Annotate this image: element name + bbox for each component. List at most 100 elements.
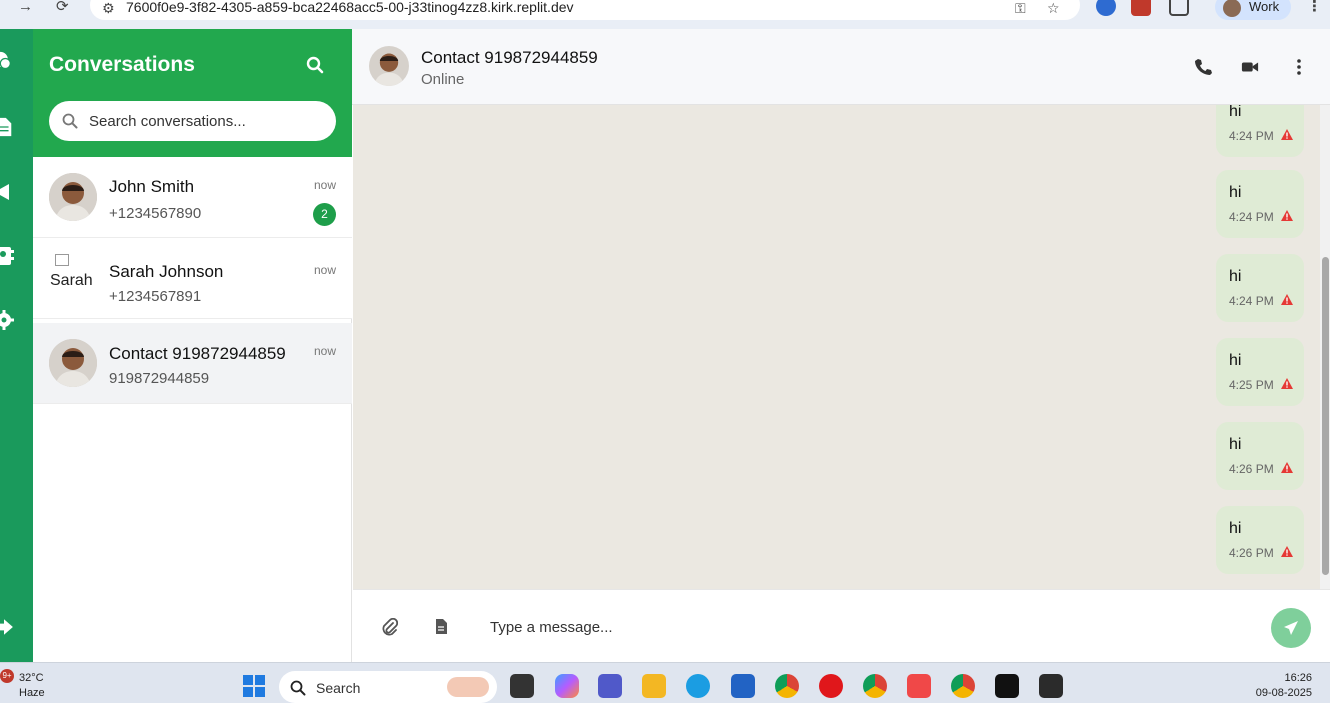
contact-name: Sarah Johnson — [109, 262, 224, 281]
message-time: 4:24 PM — [1229, 294, 1274, 308]
conversation-item-contact-919872944859[interactable]: Contact 919872944859 919872944859 now — [33, 323, 352, 404]
warning-icon — [1281, 210, 1293, 221]
message-list[interactable]: hi 4:24 PM hi 4:24 PM hi 4:24 PM hi 4:25… — [353, 105, 1320, 589]
message-text: hi — [1229, 352, 1242, 369]
template-document-icon[interactable] — [435, 619, 447, 634]
copilot-icon[interactable] — [555, 674, 579, 698]
megaphone-icon[interactable] — [0, 182, 14, 202]
contact-phone: 919872944859 — [109, 370, 210, 387]
search-icon[interactable] — [306, 56, 324, 74]
warning-icon — [1281, 294, 1293, 305]
message-bubble[interactable]: hi 4:26 PM — [1216, 422, 1304, 490]
avatar[interactable] — [369, 46, 409, 86]
gear-icon[interactable] — [0, 310, 14, 330]
avatar-alt-text: Sarah — [50, 272, 93, 289]
menu-dots-icon[interactable]: ⋮ — [1307, 0, 1322, 14]
chrome-icon[interactable] — [863, 674, 887, 698]
bookmark-star-icon[interactable]: ☆ — [1047, 0, 1060, 17]
conversations-panel: Conversations John Smith +1234567890 now… — [33, 29, 352, 662]
os-taskbar: 9+ 32°C Haze Search 16:26 09-08-2025 — [0, 662, 1330, 703]
scrollbar[interactable] — [1320, 105, 1330, 589]
edge-icon[interactable] — [686, 674, 710, 698]
message-composer — [353, 589, 1330, 662]
warning-icon — [1281, 378, 1293, 389]
site-info-icon[interactable]: ⚙ — [102, 0, 115, 17]
message-time: 4:26 PM — [1229, 546, 1274, 560]
windows-start-icon[interactable] — [243, 675, 265, 697]
contact-phone: +1234567890 — [109, 205, 202, 222]
taskbar-search-label: Search — [316, 680, 361, 696]
broken-image-icon — [55, 254, 69, 266]
chat-bubbles-icon[interactable] — [0, 51, 12, 71]
message-bubble[interactable]: hi 4:24 PM — [1216, 170, 1304, 238]
extensions-puzzle-icon[interactable] — [1169, 0, 1189, 16]
scrollbar-thumb[interactable] — [1322, 257, 1329, 575]
profile-chip[interactable]: Work — [1215, 0, 1291, 20]
chrome-icon[interactable] — [951, 674, 975, 698]
weather-temp: 32°C — [19, 672, 44, 684]
reload-icon[interactable]: ⟳ — [56, 0, 69, 14]
message-time: 4:26 PM — [1229, 462, 1274, 476]
clock-time: 16:26 — [1284, 672, 1312, 684]
timestamp: now — [313, 344, 336, 358]
url-text[interactable]: 7600f0e9-3f82-4305-a859-bca22468acc5-00-… — [126, 0, 574, 15]
taskbar-search[interactable]: Search — [279, 671, 497, 703]
search-icon — [290, 680, 306, 696]
paperclip-icon[interactable] — [382, 618, 398, 636]
search-box — [49, 101, 336, 141]
timestamp: now — [313, 263, 336, 277]
nav-rail — [0, 29, 33, 662]
chat-contact-name: Contact 919872944859 — [421, 48, 598, 67]
anydesk-icon[interactable] — [907, 674, 931, 698]
warning-icon — [1281, 462, 1293, 473]
message-bubble[interactable]: hi 4:25 PM — [1216, 338, 1304, 406]
opera-icon[interactable] — [819, 674, 843, 698]
phone-call-icon[interactable] — [1194, 58, 1212, 76]
terminal-icon[interactable] — [1039, 674, 1063, 698]
weather-widget[interactable]: 32°C Haze — [19, 671, 45, 701]
store-icon[interactable] — [731, 674, 755, 698]
search-highlight-icon — [447, 677, 489, 697]
chat-status: Online — [421, 71, 465, 88]
extension-icon[interactable] — [1131, 0, 1151, 16]
password-key-icon[interactable]: ⚿ — [1015, 0, 1026, 17]
message-bubble[interactable]: hi 4:24 PM — [1216, 105, 1304, 157]
search-icon — [62, 113, 78, 129]
chat-header: Contact 919872944859 Online — [352, 29, 1330, 105]
conversation-item-sarah-johnson[interactable]: Sarah Sarah Johnson +1234567891 now — [33, 238, 352, 319]
message-time: 4:25 PM — [1229, 378, 1274, 392]
file-explorer-icon[interactable] — [642, 674, 666, 698]
capcut-icon[interactable] — [995, 674, 1019, 698]
extension-icon[interactable] — [1096, 0, 1116, 16]
conversation-item-john-smith[interactable]: John Smith +1234567890 now 2 — [33, 157, 352, 238]
task-view-icon[interactable] — [510, 674, 534, 698]
avatar: Sarah — [49, 254, 97, 302]
message-bubble[interactable]: hi 4:26 PM — [1216, 506, 1304, 574]
logout-arrow-icon[interactable] — [0, 617, 14, 637]
conversations-header: Conversations — [33, 29, 352, 157]
message-text: hi — [1229, 184, 1242, 201]
avatar — [49, 339, 97, 387]
forward-icon[interactable]: → — [18, 0, 33, 14]
unread-badge: 2 — [313, 203, 336, 226]
message-time: 4:24 PM — [1229, 129, 1274, 143]
address-bar[interactable]: ⚙ 7600f0e9-3f82-4305-a859-bca22468acc5-0… — [90, 0, 1080, 20]
message-time: 4:24 PM — [1229, 210, 1274, 224]
browser-toolbar: → ⟳ ⚙ 7600f0e9-3f82-4305-a859-bca22468ac… — [0, 0, 1330, 29]
message-bubble[interactable]: hi 4:24 PM — [1216, 254, 1304, 322]
video-call-icon[interactable] — [1241, 58, 1259, 76]
avatar — [1223, 0, 1241, 17]
document-icon[interactable] — [0, 117, 14, 137]
contacts-book-icon[interactable] — [0, 246, 14, 266]
chrome-icon[interactable] — [775, 674, 799, 698]
clock-date: 09-08-2025 — [1255, 687, 1312, 699]
system-clock[interactable]: 16:26 09-08-2025 — [1256, 671, 1312, 701]
avatar — [49, 173, 97, 221]
more-options-icon[interactable] — [1290, 58, 1308, 76]
message-input[interactable] — [475, 609, 1265, 645]
send-button[interactable] — [1271, 608, 1311, 648]
timestamp: now — [313, 178, 336, 192]
teams-icon[interactable] — [598, 674, 622, 698]
contact-name: Contact 919872944859 — [109, 344, 286, 363]
search-input[interactable] — [89, 101, 329, 141]
